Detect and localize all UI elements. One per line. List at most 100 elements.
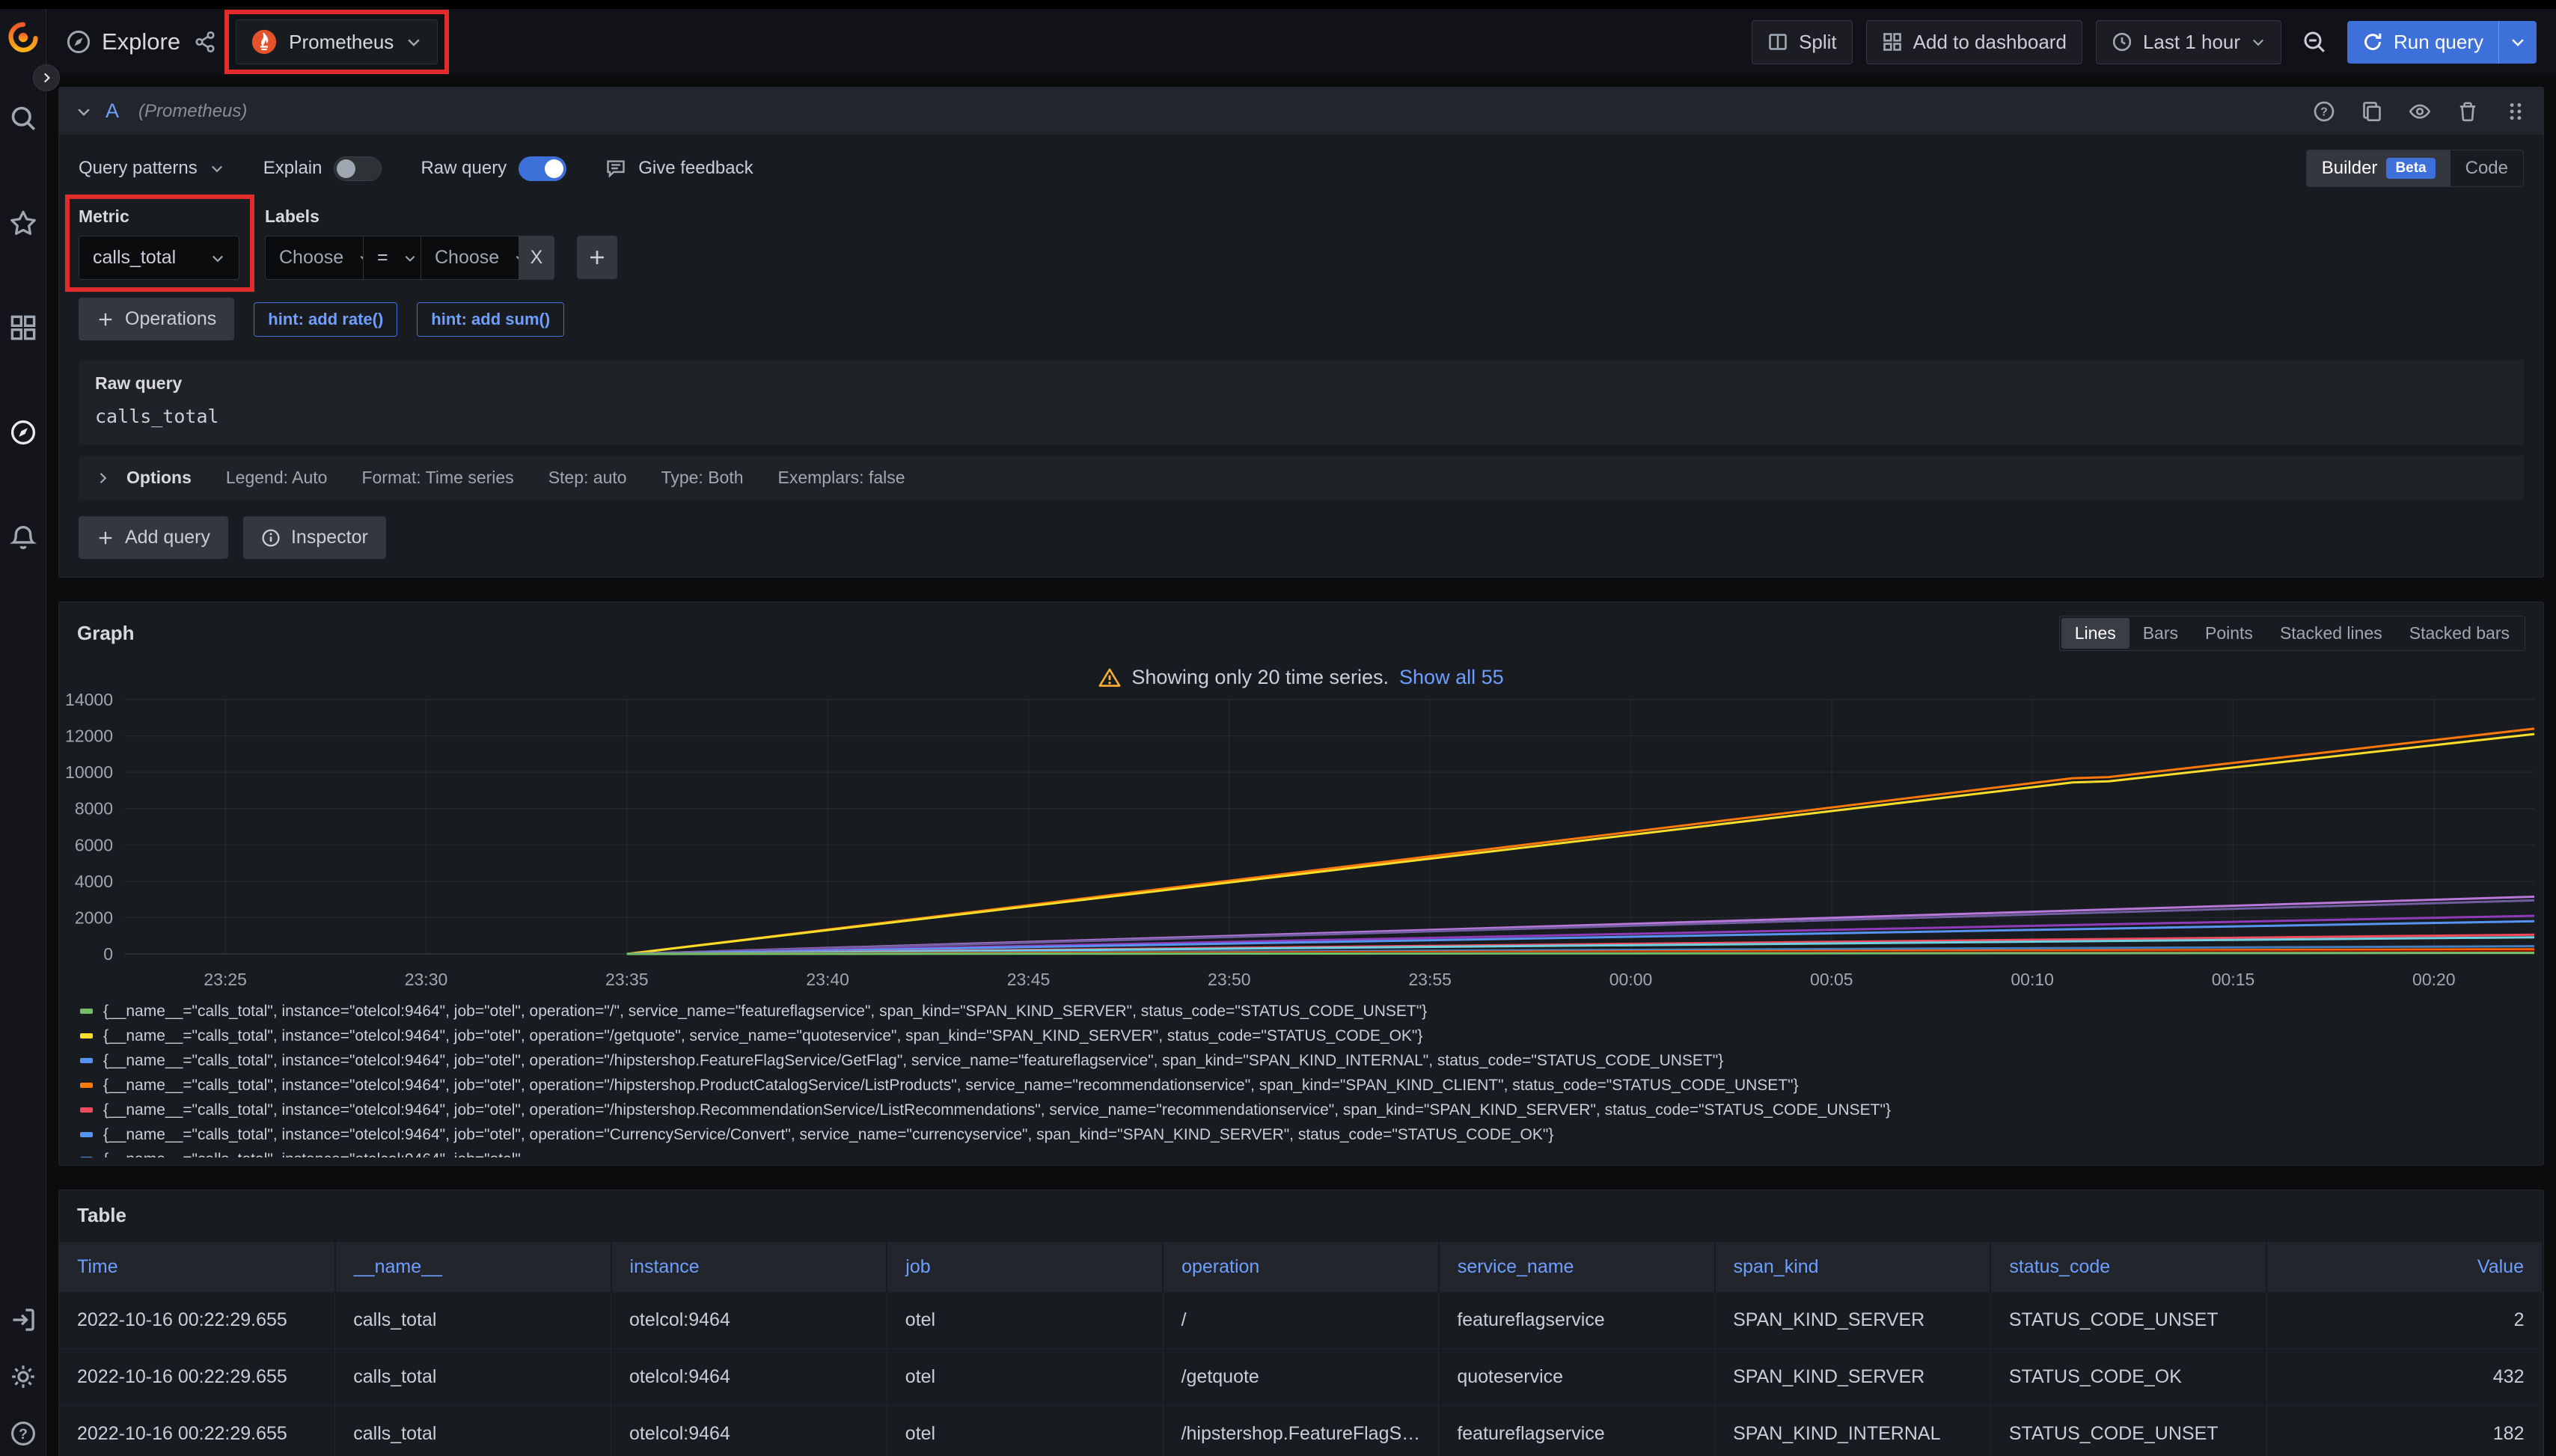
table-cell: SPAN_KIND_INTERNAL [1715, 1406, 1991, 1456]
graph-mode-bars[interactable]: Bars [2130, 618, 2192, 649]
alerting-bell-icon[interactable] [10, 524, 37, 551]
time-range-picker[interactable]: Last 1 hour [2096, 20, 2281, 64]
raw-query-toggle-group: Raw query [421, 156, 566, 181]
explore-nav-icon[interactable] [10, 419, 37, 446]
hint-button-0[interactable]: hint: add rate() [254, 302, 397, 337]
search-icon[interactable] [10, 105, 37, 132]
table-cell: / [1163, 1292, 1439, 1349]
graph-mode-stacked-lines[interactable]: Stacked lines [2266, 618, 2396, 649]
give-feedback-link[interactable]: Give feedback [605, 158, 753, 179]
dashboards-icon[interactable] [10, 314, 37, 341]
editor-mode-switch: Builder Beta Code [2306, 150, 2524, 187]
table-header-operation[interactable]: operation [1163, 1242, 1439, 1292]
explain-toggle[interactable] [334, 156, 382, 181]
legend-label: {__name__="calls_total", instance="otelc… [103, 1101, 1891, 1119]
legend-item-4[interactable]: {__name__="calls_total", instance="otelc… [80, 1098, 2543, 1122]
add-to-dashboard-button[interactable]: Add to dashboard [1866, 20, 2082, 64]
legend-label: {__name__="calls_total", instance="otelc… [103, 1052, 1723, 1070]
query-patterns-dropdown[interactable]: Query patterns [79, 158, 224, 179]
svg-text:00:05: 00:05 [1810, 970, 1853, 989]
label-value-select[interactable]: Choose [421, 236, 519, 280]
inspector-button[interactable]: Inspector [243, 516, 386, 559]
table-cell: 182 [2266, 1406, 2543, 1456]
metric-select[interactable]: calls_total [79, 236, 239, 280]
add-query-button[interactable]: Add query [79, 516, 228, 559]
options-meta-item: Exemplars: false [778, 468, 905, 488]
collapse-chevron-icon[interactable] [76, 103, 92, 120]
drag-handle-icon[interactable] [2504, 100, 2527, 123]
graph-mode-group: LinesBarsPointsStacked linesStacked bars [2059, 616, 2525, 651]
operations-button[interactable]: Operations [79, 298, 234, 340]
refresh-icon [2362, 31, 2383, 52]
grafana-logo[interactable] [7, 21, 40, 54]
graph-mode-points[interactable]: Points [2192, 618, 2266, 649]
query-help-icon[interactable]: ? [2313, 100, 2335, 123]
table-cell: 2022-10-16 00:22:29.655 [59, 1292, 335, 1349]
share-icon[interactable] [194, 31, 216, 53]
options-meta-item: Legend: Auto [226, 468, 328, 488]
page-title: Explore [102, 28, 180, 55]
chevron-down-icon [2251, 34, 2266, 49]
table-header-spankind[interactable]: span_kind [1715, 1242, 1991, 1292]
time-series-chart[interactable]: 0200040006000800010000120001400023:2523:… [59, 692, 2543, 994]
legend-item-1[interactable]: {__name__="calls_total", instance="otelc… [80, 1024, 2543, 1048]
sign-in-icon[interactable] [10, 1306, 37, 1333]
table-header-instance[interactable]: instance [611, 1242, 887, 1292]
table-cell: otel [887, 1292, 1163, 1349]
table-header-name[interactable]: __name__ [335, 1242, 611, 1292]
chevron-down-icon [406, 34, 422, 50]
table-cell: featureflagservice [1439, 1292, 1715, 1349]
help-icon[interactable]: ? [10, 1420, 37, 1447]
legend-item-2[interactable]: {__name__="calls_total", instance="otelc… [80, 1048, 2543, 1073]
hint-button-1[interactable]: hint: add sum() [417, 302, 564, 337]
builder-tab[interactable]: Builder Beta [2307, 150, 2450, 186]
table-cell: calls_total [335, 1406, 611, 1456]
table-panel-title: Table [77, 1204, 126, 1227]
legend-item-0[interactable]: {__name__="calls_total", instance="otelc… [80, 999, 2543, 1024]
table-header-value[interactable]: Value [2266, 1242, 2543, 1292]
delete-query-trash-icon[interactable] [2456, 100, 2479, 123]
label-operator-select[interactable]: = [363, 236, 421, 280]
table-row: 2022-10-16 00:22:29.655calls_totalotelco… [59, 1406, 2543, 1456]
zoom-out-time-icon[interactable] [2295, 22, 2334, 61]
table-header-time[interactable]: Time [59, 1242, 335, 1292]
raw-query-value: calls_total [95, 406, 2507, 427]
raw-query-toggle[interactable] [519, 156, 566, 181]
svg-text:23:45: 23:45 [1007, 970, 1051, 989]
split-button[interactable]: Split [1752, 20, 1853, 64]
graph-mode-stacked-bars[interactable]: Stacked bars [2396, 618, 2523, 649]
table-header-statuscode[interactable]: status_code [1990, 1242, 2266, 1292]
query-editor-panel: A (Prometheus) ? [58, 87, 2544, 578]
add-label-filter-button[interactable] [577, 236, 617, 279]
table-cell: /getquote [1163, 1349, 1439, 1406]
table-cell: /hipstershop.FeatureFlagServi... [1163, 1406, 1439, 1456]
comment-icon [605, 158, 626, 179]
legend-label: {__name__="calls_total", instance="otelc… [103, 1151, 545, 1158]
table-header-servicename[interactable]: service_name [1439, 1242, 1715, 1292]
hide-query-eye-icon[interactable] [2409, 100, 2431, 123]
star-icon[interactable] [10, 209, 37, 236]
run-query-caret[interactable] [2498, 21, 2537, 64]
table-cell: 432 [2266, 1349, 2543, 1406]
duplicate-query-icon[interactable] [2361, 100, 2383, 123]
query-row-header[interactable]: A (Prometheus) ? [59, 88, 2543, 135]
legend-item-clipped[interactable]: {__name__="calls_total", instance="otelc… [80, 1147, 2543, 1157]
run-query-button[interactable]: Run query [2347, 21, 2537, 64]
explore-toolbar: Explore Prometheus Split Add to dashboar… [46, 9, 2556, 75]
svg-text:23:30: 23:30 [405, 970, 448, 989]
legend-item-3[interactable]: {__name__="calls_total", instance="otelc… [80, 1073, 2543, 1098]
graph-mode-lines[interactable]: Lines [2061, 618, 2130, 649]
datasource-picker[interactable]: Prometheus [236, 19, 438, 64]
code-tab[interactable]: Code [2450, 150, 2523, 186]
settings-gear-icon[interactable] [10, 1363, 37, 1390]
sidebar-expand-button[interactable] [33, 64, 60, 91]
options-meta-item: Format: Time series [361, 468, 513, 488]
remove-label-filter-button[interactable]: X [519, 236, 554, 280]
table-header-job[interactable]: job [887, 1242, 1163, 1292]
label-key-select[interactable]: Choose [265, 236, 364, 280]
legend-item-5[interactable]: {__name__="calls_total", instance="otelc… [80, 1122, 2543, 1147]
options-collapsible[interactable]: Options Legend: AutoFormat: Time seriesS… [79, 456, 2524, 500]
split-icon [1767, 31, 1788, 52]
chevron-right-icon [95, 471, 110, 486]
show-all-series-link[interactable]: Show all 55 [1399, 666, 1504, 689]
